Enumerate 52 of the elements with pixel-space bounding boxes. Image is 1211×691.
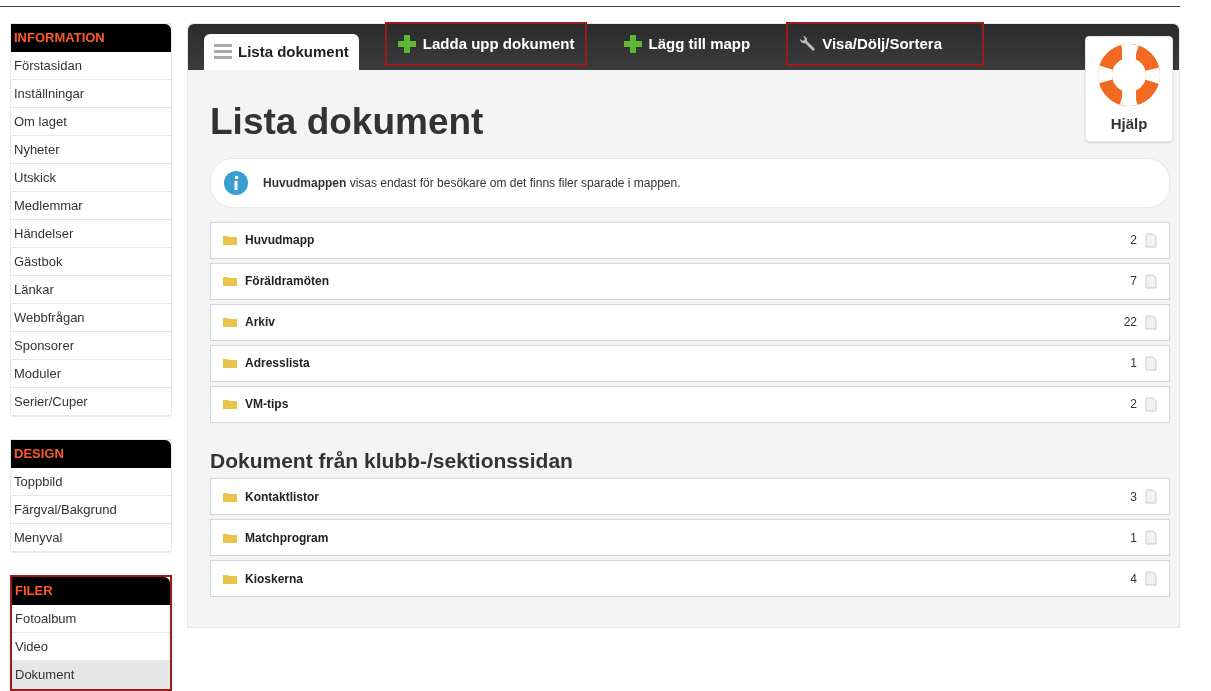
document-icon [1145, 232, 1157, 248]
info-text: Huvudmappen visas endast för besökare om det finns filer sparade i mappen. [263, 174, 681, 192]
menu-item[interactable]: Dokument [12, 661, 170, 689]
page-title: Lista dokument [210, 100, 484, 144]
tab[interactable]: Lista dokument [204, 34, 359, 70]
document-icon [1145, 396, 1157, 412]
folder-row[interactable]: Adresslista 1 [210, 344, 1170, 382]
lifebuoy-icon [1097, 42, 1161, 107]
folder-icon [223, 358, 237, 368]
folder-row[interactable]: Matchprogram 1 [210, 519, 1170, 556]
menu-heading: FILER [12, 577, 170, 605]
document-icon [1145, 489, 1157, 504]
document-icon [1145, 355, 1157, 371]
folder-row[interactable]: Kontaktlistor 3 [210, 478, 1170, 515]
folder-icon [223, 276, 237, 286]
help-button[interactable]: Hjälp [1085, 36, 1173, 142]
folder-row[interactable]: Huvudmapp 2 [210, 221, 1170, 259]
file-count: 1 [1130, 529, 1137, 547]
folder-row[interactable]: Arkiv 22 [210, 303, 1170, 341]
file-count: 7 [1130, 273, 1137, 290]
plus-icon [396, 34, 417, 54]
tab[interactable]: Ladda upp dokument [386, 24, 585, 64]
folder-icon [223, 317, 237, 327]
file-count: 2 [1130, 396, 1137, 413]
wrench-icon [798, 35, 817, 53]
folder-row[interactable]: Kioskerna 4 [210, 560, 1170, 597]
menu-item[interactable]: Fotoalbum [12, 605, 170, 633]
document-icon [1145, 571, 1157, 586]
folder-icon [223, 235, 237, 245]
folder-row[interactable]: Föräldramöten 7 [210, 262, 1170, 300]
section-heading: Dokument från klubb-/sektionssidan [210, 447, 574, 474]
list-icon [214, 42, 232, 62]
folder-icon [223, 532, 237, 543]
plus-icon [622, 34, 643, 54]
file-count: 2 [1130, 232, 1137, 249]
menu-item[interactable]: Video [12, 633, 170, 661]
document-icon [1145, 273, 1157, 289]
file-count: 3 [1130, 488, 1137, 506]
folder-row[interactable]: VM-tips 2 [210, 385, 1170, 423]
folder-icon [223, 491, 237, 502]
tab[interactable]: Lägg till mapp [612, 24, 761, 64]
folder-icon [223, 573, 237, 584]
file-count: 22 [1123, 314, 1137, 331]
document-icon [1145, 314, 1157, 330]
file-count: 1 [1130, 355, 1137, 372]
folder-icon [223, 399, 237, 409]
menu-heading: DESIGN [11, 440, 171, 468]
info-icon [223, 169, 249, 196]
tab[interactable]: Visa/Dölj/Sortera [788, 24, 982, 64]
file-count: 4 [1130, 570, 1137, 588]
document-icon [1145, 530, 1157, 545]
menu-heading: INFORMATION [11, 24, 171, 52]
